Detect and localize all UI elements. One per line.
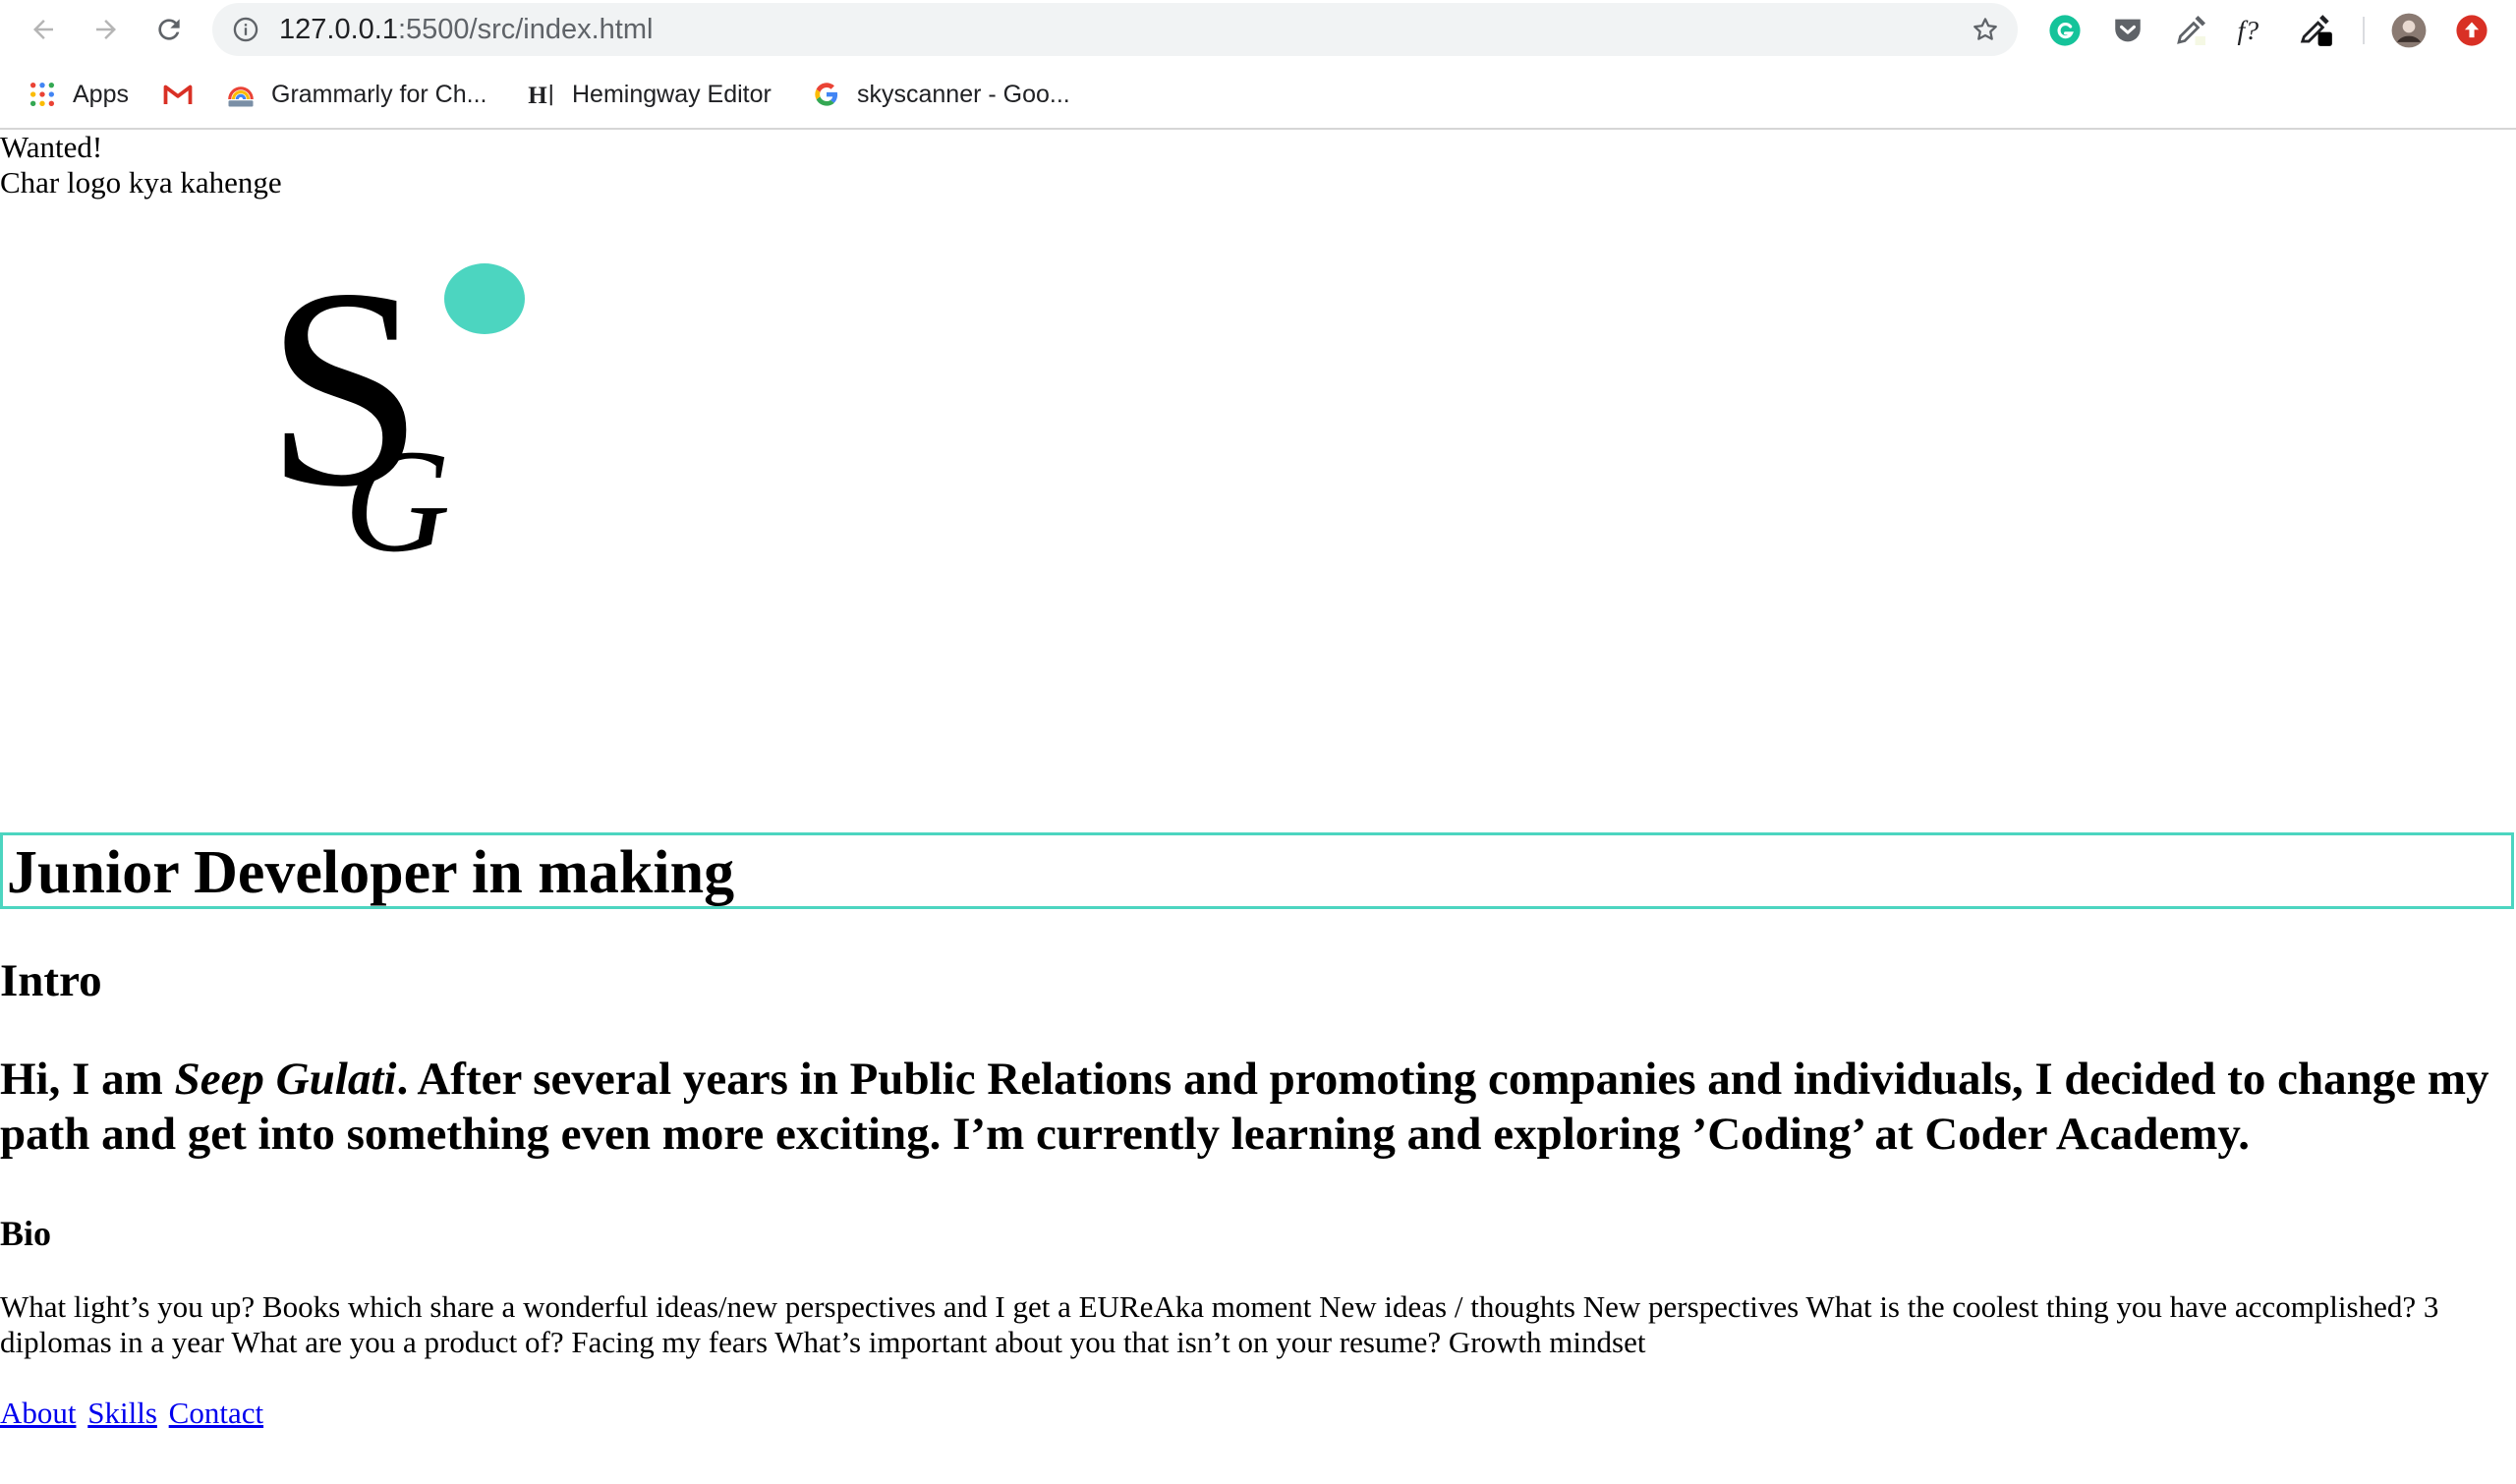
back-button[interactable]	[24, 10, 63, 49]
reload-icon	[158, 19, 180, 40]
intro-paragraph: Hi, I am Seep Gulati. After several year…	[0, 1052, 2496, 1162]
author-name: Seep Gulati	[174, 1054, 397, 1105]
profile-avatar-icon	[2391, 13, 2427, 48]
google-g-icon	[812, 80, 841, 109]
svg-text:f?: f?	[2238, 16, 2259, 46]
bookmark-gmail[interactable]	[163, 75, 208, 114]
gmail-icon	[163, 80, 193, 109]
hemingway-h-icon: H	[527, 80, 556, 109]
arrow-right-icon	[96, 20, 116, 39]
bookmark-grammarly[interactable]: Grammarly for Ch...	[226, 75, 486, 114]
color-picker-icon	[2300, 15, 2332, 46]
logo-letter-g: G	[344, 420, 450, 572]
bookmark-skyscanner[interactable]: skyscanner - Goo...	[812, 75, 1070, 114]
wanted-text: Wanted!	[0, 130, 103, 164]
grammarly-icon	[2049, 15, 2081, 46]
pocket-icon	[2115, 19, 2141, 42]
nav-link-skills[interactable]: Skills	[87, 1396, 157, 1430]
bookmark-label: Grammarly for Ch...	[271, 80, 487, 108]
reload-button[interactable]	[149, 10, 189, 49]
address-bar[interactable]: 127.0.0.1:5500/src/index.html	[212, 3, 2018, 56]
bio-heading: Bio	[0, 1214, 52, 1253]
bookmark-label: Apps	[73, 80, 129, 108]
update-icon	[2456, 15, 2487, 46]
toolbar-divider	[2363, 17, 2365, 44]
browser-toolbar: 127.0.0.1:5500/src/index.html f?	[0, 0, 2516, 61]
grammarly-rainbow-icon	[226, 80, 256, 109]
eyedropper-extension[interactable]	[2172, 12, 2209, 49]
bookmark-label: Hemingway Editor	[572, 80, 772, 108]
bookmarks-bar: Apps Grammarly for Ch... H Hemingway Edi…	[0, 61, 2516, 130]
pocket-extension[interactable]	[2109, 12, 2146, 49]
update-button[interactable]	[2453, 12, 2490, 49]
info-icon[interactable]	[232, 16, 259, 43]
forward-button[interactable]	[86, 10, 126, 49]
nav-link-contact[interactable]: Contact	[169, 1396, 263, 1430]
sg-logo: S G	[265, 248, 525, 572]
bookmark-hemingway[interactable]: H Hemingway Editor	[527, 75, 772, 114]
color-picker-extension[interactable]	[2298, 12, 2335, 49]
url-host: 127.0.0.1	[279, 14, 398, 45]
subtitle-text: Char logo kya kahenge	[0, 165, 282, 200]
intro-heading: Intro	[0, 955, 102, 1006]
url-text[interactable]: 127.0.0.1:5500/src/index.html	[279, 3, 653, 56]
svg-text:H: H	[528, 83, 547, 109]
page-content: Wanted! Char logo kya kahenge S G Junior…	[0, 130, 2516, 1484]
bookmark-label: skyscanner - Goo...	[857, 80, 1070, 108]
logo-accent-dot	[444, 263, 525, 334]
arrow-left-icon	[33, 20, 53, 39]
bookmark-apps[interactable]: Apps	[28, 75, 129, 114]
nav-link-about[interactable]: About	[0, 1396, 77, 1430]
url-path: :5500/src/index.html	[397, 14, 654, 45]
profile-avatar-button[interactable]	[2390, 12, 2428, 49]
bio-text: What light’s you up? Books which share a…	[0, 1289, 2439, 1359]
page-title: Junior Developer in making	[7, 839, 735, 906]
apps-grid-icon	[28, 80, 57, 109]
intro-before: Hi, I am	[0, 1054, 175, 1105]
bookmark-star-icon[interactable]	[1971, 15, 2000, 44]
eyedropper-icon	[2177, 16, 2205, 45]
page-nav: About Skills Contact	[0, 1396, 267, 1431]
grammarly-extension[interactable]	[2046, 12, 2084, 49]
font-finder-icon: f?	[2238, 16, 2259, 46]
headline-box: Junior Developer in making	[0, 832, 2514, 909]
font-finder-extension[interactable]: f?	[2235, 12, 2272, 49]
